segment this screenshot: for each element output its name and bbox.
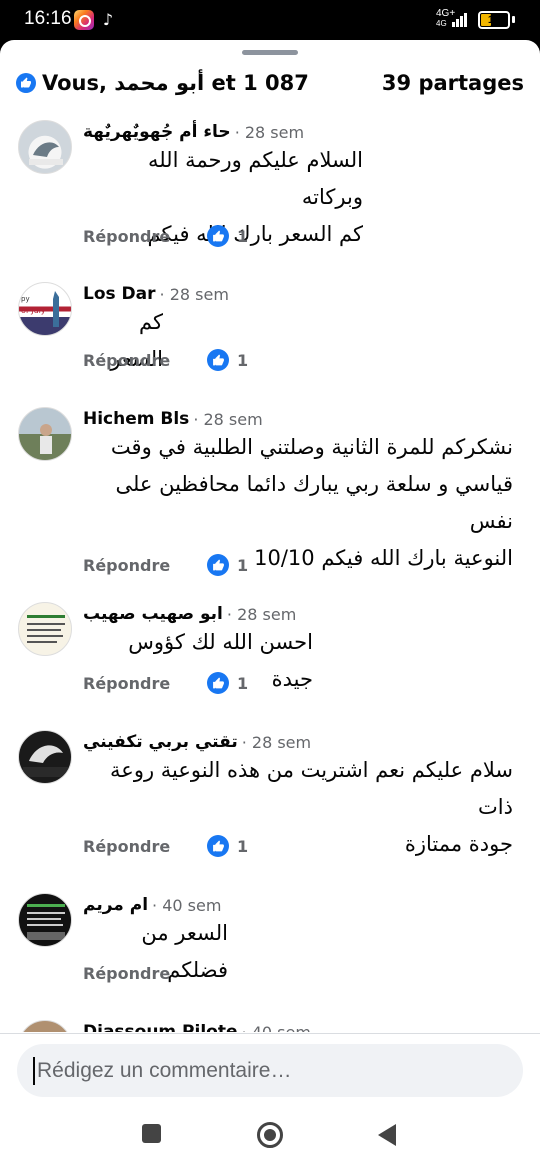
like-count: 1: [237, 555, 249, 575]
reaction-count[interactable]: 1: [207, 225, 248, 247]
comment-header: Diassoum Pilote · 40 sem: [83, 1020, 311, 1032]
circle-icon[interactable]: [257, 1122, 283, 1148]
comment-author[interactable]: ابو صهيب صهيب: [83, 604, 223, 624]
square-icon[interactable]: [142, 1124, 161, 1143]
avatar[interactable]: py of July: [18, 282, 72, 336]
comment-time: · 28 sem: [241, 732, 312, 752]
avatar[interactable]: [18, 893, 72, 947]
comment-header: تقتي بربي تكفيني · 28 sem: [83, 730, 311, 754]
comment-author[interactable]: Hichem Bls: [83, 409, 189, 429]
comment-composer-bar: [0, 1033, 540, 1106]
like-icon: [207, 554, 229, 576]
comment-header: Hichem Bls · 28 sem: [83, 407, 263, 431]
comment-author[interactable]: Los Dar: [83, 284, 156, 304]
comment-actions: Répondre 1: [83, 671, 248, 695]
reply-button[interactable]: Répondre: [83, 674, 170, 693]
like-count: 1: [237, 350, 249, 370]
comment-input[interactable]: [37, 1058, 497, 1083]
comment-time: · 28 sem: [159, 284, 229, 304]
comment-list: حاء أم جُهويٌهريٌهة · 28 sem السلام عليك…: [0, 112, 540, 1032]
comment-time: · 40 sem: [241, 1022, 311, 1033]
comment-header: حاء أم جُهويٌهريٌهة · 28 sem: [83, 120, 304, 144]
drag-handle[interactable]: [242, 50, 298, 55]
like-count: 1: [237, 226, 249, 246]
battery-icon: 19: [478, 11, 510, 29]
comment-header: ابو صهيب صهيب · 28 sem: [83, 602, 296, 626]
triangle-back-icon[interactable]: [378, 1124, 396, 1146]
avatar[interactable]: [18, 120, 72, 174]
comment-author[interactable]: تقتي بربي تكفيني: [83, 732, 238, 752]
like-count: 1: [237, 836, 249, 856]
system-nav-bar: [0, 1106, 540, 1170]
comment-time: · 40 sem: [152, 895, 222, 915]
text-caret: [33, 1056, 35, 1085]
battery-level: 19: [487, 14, 501, 26]
avatar[interactable]: [18, 1020, 72, 1032]
reaction-count[interactable]: 1: [207, 554, 248, 576]
comment-author[interactable]: ام مريم: [83, 895, 148, 915]
reply-button[interactable]: Répondre: [83, 556, 170, 575]
comment-time: · 28 sem: [193, 409, 263, 429]
reply-button[interactable]: Répondre: [83, 964, 170, 983]
comment-author[interactable]: Diassoum Pilote: [83, 1022, 238, 1032]
svg-text:of July: of July: [21, 306, 46, 315]
comment-header: ام مريم · 40 sem: [83, 893, 221, 917]
comment-actions: Répondre 1: [83, 834, 248, 858]
tiktok-icon: ♪: [102, 10, 114, 29]
like-icon: [207, 225, 229, 247]
comment-time: · 28 sem: [234, 122, 305, 142]
status-time: 16:16: [24, 8, 72, 29]
avatar[interactable]: [18, 730, 72, 784]
avatar[interactable]: [18, 602, 72, 656]
shares-link[interactable]: 39 partages: [382, 71, 524, 95]
avatar[interactable]: [18, 407, 72, 461]
comment-actions: Répondre 1: [83, 348, 248, 372]
comment-actions: Répondre 1: [83, 553, 248, 577]
like-icon: [207, 349, 229, 371]
reply-button[interactable]: Répondre: [83, 351, 170, 370]
comment-time: · 28 sem: [226, 604, 297, 624]
comments-sheet: Vous, أبو محمد et 1 087 39 partages حاء …: [0, 40, 540, 1106]
comment-author[interactable]: حاء أم جُهويٌهريٌهة: [83, 122, 231, 142]
comment-actions: Répondre 1: [83, 224, 248, 248]
comment-actions: Répondre: [83, 961, 170, 985]
reaction-summary: Vous, أبو محمد et 1 087 39 partages: [16, 68, 524, 98]
like-icon: [16, 73, 36, 93]
reply-button[interactable]: Répondre: [83, 227, 170, 246]
reaction-count[interactable]: 1: [207, 349, 248, 371]
comment-composer[interactable]: [17, 1044, 523, 1097]
like-icon: [207, 835, 229, 857]
reaction-count[interactable]: 1: [207, 835, 248, 857]
instagram-icon: [74, 10, 94, 30]
reactions-link[interactable]: Vous, أبو محمد et 1 087: [16, 71, 309, 95]
reactions-label: Vous, أبو محمد et 1 087: [42, 71, 309, 95]
like-icon: [207, 672, 229, 694]
status-bar: 16:16 ♪ 4G+ 4G 19: [0, 0, 540, 40]
reply-button[interactable]: Répondre: [83, 837, 170, 856]
signal-icon: [452, 11, 472, 27]
svg-text:py: py: [21, 295, 30, 303]
reaction-count[interactable]: 1: [207, 672, 248, 694]
like-count: 1: [237, 673, 249, 693]
comment-header: Los Dar · 28 sem: [83, 282, 229, 306]
